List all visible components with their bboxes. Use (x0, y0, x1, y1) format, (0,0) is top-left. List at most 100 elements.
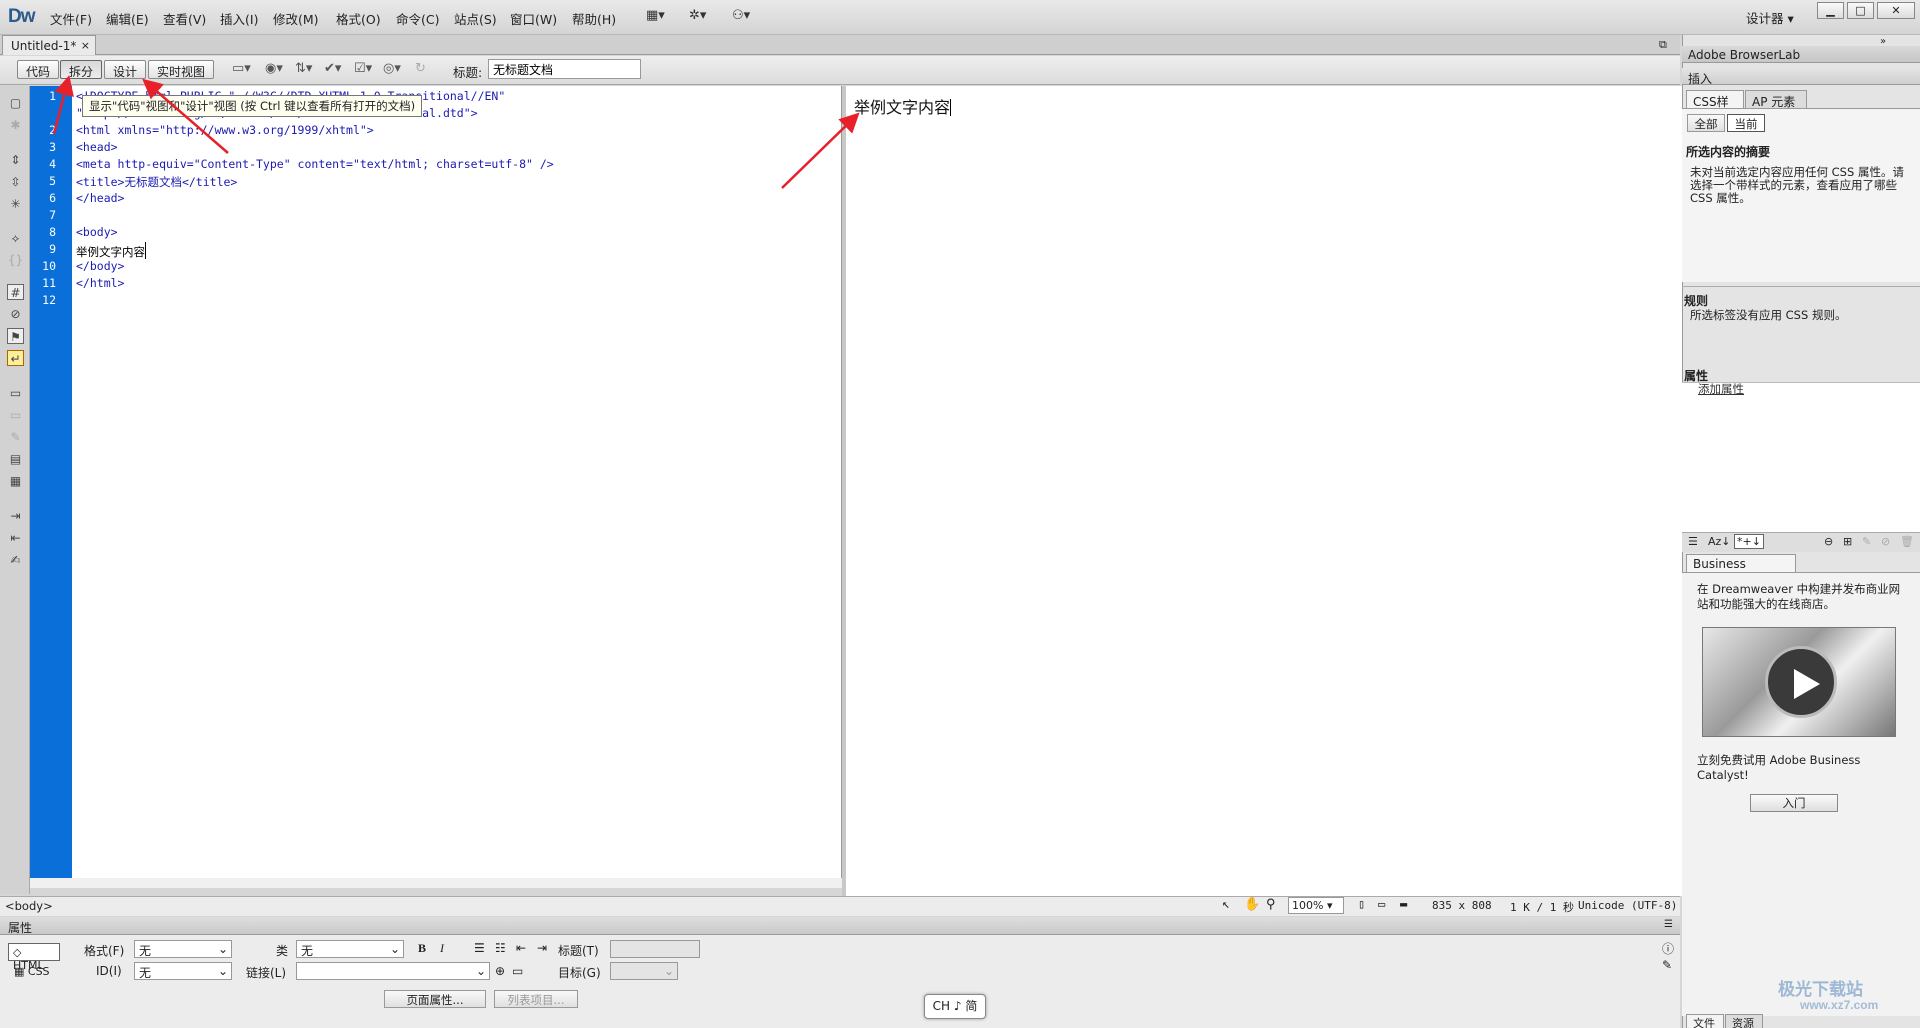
menu-window[interactable]: 窗口(W) (510, 9, 557, 28)
code-view-button[interactable]: 代码 (17, 60, 60, 79)
restore-doc-icon[interactable]: ⧉ (1659, 38, 1667, 52)
live-view-button[interactable]: 实时视图 (148, 60, 215, 79)
tablet-size-icon[interactable]: ▭ (1378, 897, 1385, 911)
menu-file[interactable]: 文件(F) (50, 9, 92, 28)
preview-browser-icon[interactable]: ◉▾ (265, 61, 283, 76)
new-rule-icon[interactable]: ⊞ (1843, 535, 1852, 548)
w3c-validation-icon[interactable]: ✔▾ (324, 61, 341, 76)
pointer-tool-icon[interactable]: ↖ (1222, 897, 1230, 912)
site-icon[interactable]: ⚇▾ (732, 8, 750, 23)
browse-folder-icon[interactable]: ▭ (512, 964, 523, 978)
word-wrap-icon[interactable]: ↵ (7, 350, 24, 366)
wrap-tag-icon[interactable]: ✎ (7, 429, 24, 445)
code-view[interactable]: 1 2 3 4 5 6 7 8 9 10 11 12 <!DOCTYPE htm… (30, 86, 842, 886)
collapse-tag-icon[interactable]: ⇕ (7, 152, 24, 168)
close-tab-icon[interactable]: × (81, 39, 90, 52)
desktop-size-icon[interactable]: ▬ (1400, 897, 1407, 911)
expand-all-icon[interactable]: ✳ (7, 196, 24, 212)
hand-tool-icon[interactable]: ✋ (1244, 897, 1260, 912)
alpha-view-icon[interactable]: Az↓ (1708, 535, 1731, 548)
highlight-invalid-icon[interactable]: ⊘ (7, 306, 24, 322)
zoom-select[interactable]: 100% ▾ (1288, 897, 1344, 914)
outdent-code-icon[interactable]: ⇤ (7, 530, 24, 546)
menu-modify[interactable]: 修改(M) (273, 9, 319, 28)
recent-snippets-icon[interactable]: ▤ (7, 451, 24, 467)
move-css-icon[interactable]: ▦ (7, 473, 24, 489)
title-input[interactable] (488, 59, 641, 79)
extend-icon[interactable]: ✲▾ (689, 8, 706, 23)
link-input[interactable]: ⌄ (296, 962, 490, 980)
format-source-icon[interactable]: ✍ (7, 552, 24, 568)
bc-video-thumbnail[interactable] (1702, 627, 1896, 737)
outdent-icon[interactable]: ⇤ (516, 941, 526, 955)
assets-tab[interactable]: 资源 (1725, 1014, 1763, 1028)
set-properties-icon[interactable]: *+↓ (1734, 534, 1764, 549)
refresh-icon[interactable]: ↻ (415, 61, 426, 76)
files-tab[interactable]: 文件 (1686, 1014, 1724, 1028)
css-mode-button[interactable]: ▦ CSS (14, 965, 50, 978)
code-horizontal-scrollbar[interactable] (30, 878, 842, 888)
edit-rule-icon[interactable]: ✎ (1862, 535, 1871, 548)
help-icon[interactable]: ⓘ (1662, 940, 1674, 957)
heading-input[interactable] (610, 940, 700, 958)
line-numbers-icon[interactable]: # (7, 284, 24, 300)
design-text[interactable]: 举例文字内容 (854, 94, 952, 118)
show-code-nav-icon[interactable]: ✱ (7, 117, 24, 133)
apply-comment-icon[interactable]: ▭ (7, 385, 24, 401)
class-select[interactable]: 无 ⌄ (296, 940, 404, 958)
tag-selector[interactable]: <body> (5, 899, 53, 913)
menu-commands[interactable]: 命令(C) (396, 9, 439, 28)
list-item-button[interactable]: 列表项目... (494, 990, 578, 1008)
play-button[interactable] (1765, 646, 1837, 718)
disable-icon[interactable]: ⊘ (1881, 535, 1890, 548)
all-mode-button[interactable]: 全部 (1687, 114, 1725, 132)
point-to-file-icon[interactable]: ⊕ (495, 964, 505, 978)
ime-indicator[interactable]: CH ♪ 简 (924, 994, 986, 1019)
css-styles-tab[interactable]: CSS样式 (1686, 90, 1744, 126)
split-view-button[interactable]: 拆分 (60, 60, 103, 79)
italic-button[interactable]: I (440, 941, 444, 956)
document-tab[interactable]: Untitled-1* × (2, 35, 96, 55)
ordered-list-icon[interactable]: ☷ (495, 941, 506, 955)
menu-edit[interactable]: 编辑(E) (106, 9, 149, 28)
select-parent-tag-icon[interactable]: ⟡ (7, 230, 24, 246)
panel-options-icon[interactable]: ☰ (1664, 919, 1673, 930)
remove-comment-icon[interactable]: ▭ (7, 407, 24, 423)
collapse-selection-icon[interactable]: ⇳ (7, 174, 24, 190)
layout-icon[interactable]: ▦▾ (646, 8, 665, 23)
business-catalyst-tab[interactable]: Business Catalyst (1686, 554, 1796, 585)
minimize-button[interactable]: ▁ (1817, 2, 1844, 19)
insert-panel-header[interactable]: 插入 (1682, 68, 1920, 86)
file-management-icon[interactable]: ⇅▾ (295, 61, 312, 76)
attach-style-icon[interactable]: ⊖ (1824, 535, 1833, 548)
close-button[interactable]: ✕ (1877, 2, 1915, 19)
design-view[interactable] (846, 86, 1682, 896)
html-mode-button[interactable]: ◇ HTML (8, 943, 60, 972)
workspace-switcher[interactable]: 设计器 ▾ (1746, 8, 1794, 27)
get-started-button[interactable]: 入门 (1750, 794, 1838, 812)
syntax-error-icon[interactable]: ⚑ (7, 328, 24, 344)
current-mode-button[interactable]: 当前 (1727, 114, 1765, 132)
multiscreen-icon[interactable]: ▭▾ (232, 61, 251, 76)
menu-view[interactable]: 查看(V) (163, 9, 206, 28)
browser-compat-icon[interactable]: ☑▾ (354, 61, 372, 76)
menu-format[interactable]: 格式(O) (336, 9, 381, 28)
category-view-icon[interactable]: ☰ (1688, 535, 1698, 548)
maximize-button[interactable]: □ (1847, 2, 1874, 19)
indent-code-icon[interactable]: ⇥ (7, 508, 24, 524)
window-size-icon[interactable]: ▯ (1358, 897, 1365, 911)
ap-elements-tab[interactable]: AP 元素 (1745, 90, 1807, 109)
indent-icon[interactable]: ⇥ (537, 941, 547, 955)
menu-help[interactable]: 帮助(H) (572, 9, 616, 28)
format-select[interactable]: 无 ⌄ (134, 940, 232, 958)
target-select[interactable]: ⌄ (610, 962, 678, 980)
properties-panel-header[interactable]: 属性 (0, 917, 1680, 935)
page-properties-button[interactable]: 页面属性... (384, 990, 486, 1008)
delete-icon[interactable]: 🗑 (1900, 535, 1914, 548)
add-attribute-link[interactable]: 添加属性 (1698, 383, 1744, 396)
zoom-tool-icon[interactable]: ⚲ (1266, 897, 1276, 912)
menu-site[interactable]: 站点(S) (454, 9, 497, 28)
browserlab-panel-header[interactable]: Adobe BrowserLab (1682, 46, 1920, 63)
design-view-button[interactable]: 设计 (104, 60, 147, 79)
unordered-list-icon[interactable]: ☰ (474, 941, 485, 955)
